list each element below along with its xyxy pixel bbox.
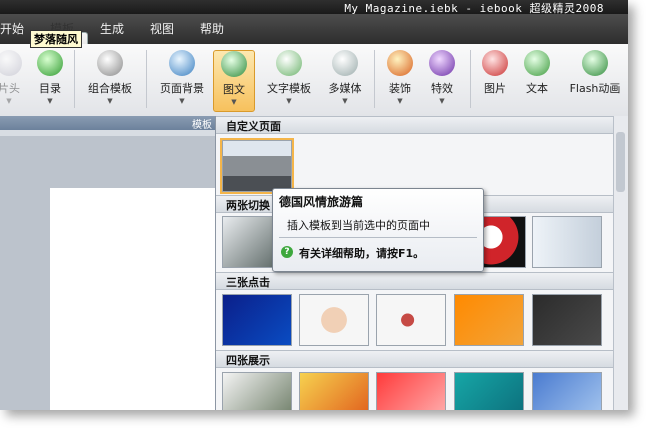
- tooltip-help-text: 有关详细帮助，请按F1。: [299, 247, 425, 260]
- template-tooltip: 德国风情旅游篇 插入模板到当前选中的页面中 ? 有关详细帮助，请按F1。: [272, 188, 484, 272]
- chevron-down-icon: ▼: [397, 97, 403, 105]
- chevron-down-icon: ▼: [286, 97, 292, 105]
- picture-icon: [482, 50, 508, 76]
- ribbon-button-text[interactable]: 文本: [520, 50, 554, 96]
- chevron-down-icon: ▼: [342, 97, 348, 105]
- chevron-down-icon: ▼: [107, 97, 113, 105]
- ribbon-button-page-background[interactable]: 页面背景 ▼: [154, 50, 210, 105]
- ribbon-button-effects[interactable]: 特效 ▼: [424, 50, 460, 105]
- group-label-template: 模板: [192, 120, 212, 131]
- chevron-down-icon: ▼: [47, 97, 53, 105]
- text-template-icon: [276, 50, 302, 76]
- ribbon-separator: [74, 50, 75, 108]
- page-background-icon: [169, 50, 195, 76]
- template-thumbnail[interactable]: [454, 372, 524, 410]
- ribbon-separator: [146, 50, 147, 108]
- template-thumbnail[interactable]: [532, 372, 602, 410]
- tooltip-divider: [279, 237, 477, 238]
- intro-icon: [0, 50, 22, 76]
- ribbon-button-text-template[interactable]: 文字模板 ▼: [262, 50, 316, 105]
- template-thumbnail[interactable]: [299, 372, 369, 410]
- text-icon: [524, 50, 550, 76]
- title-bar: My Magazine.iebk - iebook 超级精灵2008: [0, 0, 628, 15]
- tooltip-title: 德国风情旅游篇: [279, 195, 364, 209]
- template-thumbnail[interactable]: [222, 372, 292, 410]
- section-header-four-show: 四张展示: [216, 350, 628, 368]
- template-thumbnail[interactable]: [532, 216, 602, 268]
- ribbon-toolbar: 片头 ▼ 目录 ▼ 组合模板 ▼ 页面背景 ▼ 图文 ▼ 文字模板 ▼ 多媒体 …: [0, 44, 628, 117]
- app-window: My Magazine.iebk - iebook 超级精灵2008 开始 模板…: [0, 0, 628, 410]
- ribbon-button-intro[interactable]: 片头 ▼: [0, 50, 24, 105]
- ribbon-button-toc[interactable]: 目录 ▼: [33, 50, 67, 105]
- chevron-down-icon: ▼: [179, 97, 185, 105]
- page-preview[interactable]: [50, 188, 215, 410]
- hover-label: 梦落随风: [30, 30, 82, 48]
- template-thumbnail[interactable]: [299, 294, 369, 346]
- template-thumbnail[interactable]: [376, 294, 446, 346]
- combo-template-icon: [97, 50, 123, 76]
- scrollbar-thumb[interactable]: [616, 132, 625, 192]
- canvas-ruler: [0, 130, 215, 136]
- toc-icon: [37, 50, 63, 76]
- template-thumbnail-germany[interactable]: [220, 138, 294, 194]
- template-thumbnail[interactable]: [376, 372, 446, 410]
- ribbon-button-combo-template[interactable]: 组合模板 ▼: [82, 50, 138, 105]
- ribbon-button-picture[interactable]: 图片: [478, 50, 512, 96]
- menu-item-help[interactable]: 帮助: [200, 20, 224, 37]
- chevron-down-icon: ▼: [439, 97, 445, 105]
- tooltip-description: 插入模板到当前选中的页面中: [287, 219, 430, 232]
- ribbon-separator: [374, 50, 375, 108]
- ribbon-separator: [470, 50, 471, 108]
- decoration-icon: [387, 50, 413, 76]
- ribbon-button-image-text[interactable]: 图文 ▼: [213, 50, 255, 112]
- menu-bar: 开始 模板 生成 视图 帮助: [0, 14, 628, 59]
- ribbon-button-multimedia[interactable]: 多媒体 ▼: [324, 50, 366, 105]
- menu-item-start[interactable]: 开始: [0, 20, 24, 37]
- ribbon-button-decoration[interactable]: 装饰 ▼: [382, 50, 418, 105]
- section-header-custom: 自定义页面: [216, 116, 628, 134]
- image-text-icon: [221, 51, 247, 77]
- template-thumbnail[interactable]: [454, 294, 524, 346]
- ribbon-button-flash[interactable]: Flash动画: [562, 50, 628, 96]
- effects-icon: [429, 50, 455, 76]
- flash-icon: [582, 50, 608, 76]
- chevron-down-icon: ▼: [6, 97, 12, 105]
- help-icon: ?: [281, 246, 293, 258]
- template-thumbnail[interactable]: [222, 294, 292, 346]
- menu-item-generate[interactable]: 生成: [100, 20, 124, 37]
- template-thumbnail[interactable]: [532, 294, 602, 346]
- chevron-down-icon: ▼: [231, 98, 237, 106]
- multimedia-icon: [332, 50, 358, 76]
- section-header-three-click: 三张点击: [216, 272, 628, 290]
- menu-item-view[interactable]: 视图: [150, 20, 174, 37]
- vertical-scrollbar[interactable]: [613, 116, 628, 410]
